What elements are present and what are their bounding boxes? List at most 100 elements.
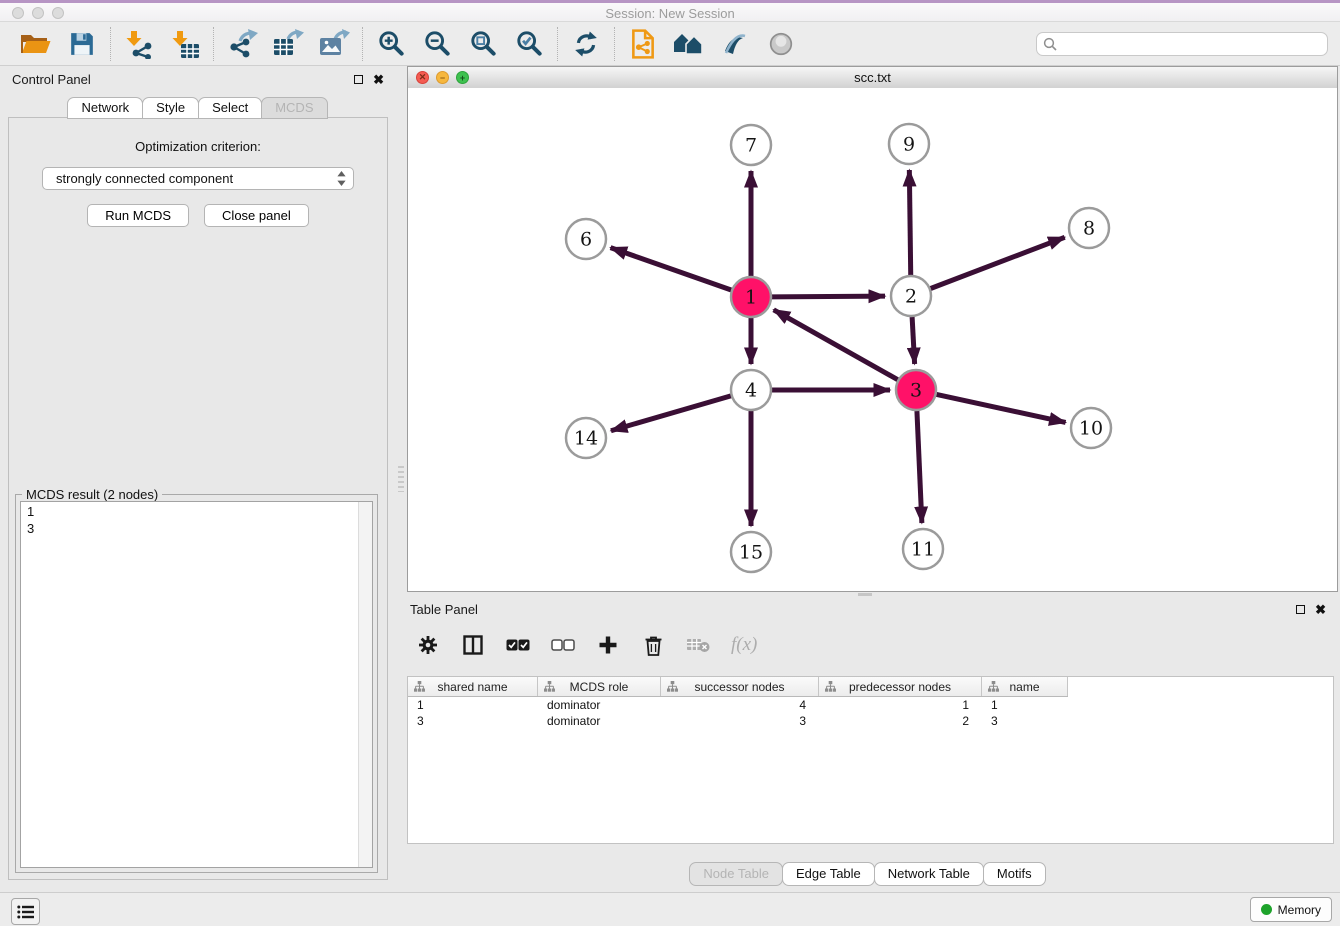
columns-icon (463, 635, 483, 655)
cell-shared-name[interactable]: 3 (408, 714, 538, 728)
close-panel-icon[interactable]: ✖ (373, 73, 384, 86)
import-table-button[interactable] (167, 27, 203, 61)
network-graph[interactable]: 7968124314101511 (408, 88, 1333, 591)
home-button[interactable] (671, 27, 707, 61)
list-icon (17, 905, 34, 919)
network-from-file-button[interactable] (625, 27, 661, 61)
graph-node-label-14: 14 (574, 428, 598, 450)
cell-predecessor-nodes[interactable]: 2 (819, 714, 982, 728)
hide-panels-button[interactable] (717, 27, 753, 61)
create-column-button[interactable] (596, 633, 620, 657)
graph-node-label-8: 8 (1083, 218, 1095, 240)
show-column-panel-button[interactable] (461, 633, 485, 657)
cell-successor-nodes[interactable]: 3 (661, 714, 819, 728)
close-table-panel-icon[interactable]: ✖ (1315, 603, 1326, 616)
result-scrollbar[interactable] (358, 502, 372, 867)
maximize-network-window-icon[interactable]: + (456, 71, 469, 84)
cell-name[interactable]: 1 (982, 698, 1068, 712)
delete-table-button[interactable] (686, 633, 710, 657)
cell-shared-name[interactable]: 1 (408, 698, 538, 712)
criterion-value: strongly connected component (56, 171, 233, 186)
mcds-result-line: 1 (27, 503, 366, 520)
zoom-out-icon (424, 30, 451, 57)
graph-edge-2-9[interactable] (909, 170, 910, 275)
column-header-MCDS-role[interactable]: MCDS role (538, 677, 661, 696)
graph-node-label-3: 3 (910, 380, 922, 402)
checked-boxes-icon (506, 639, 530, 651)
tab-network[interactable]: Network (67, 97, 143, 119)
hide-panels-icon (721, 31, 749, 57)
graph-edge-1-6[interactable] (611, 248, 732, 290)
close-panel-button[interactable]: Close panel (204, 204, 309, 227)
zoom-out-button[interactable] (419, 27, 455, 61)
graph-edge-3-1[interactable] (774, 310, 898, 380)
column-header-successor-nodes[interactable]: successor nodes (661, 677, 819, 696)
zoom-selected-icon (516, 30, 543, 57)
cell-name[interactable]: 3 (982, 714, 1068, 728)
zoom-fit-icon (470, 30, 497, 57)
import-network-button[interactable] (121, 27, 157, 61)
unselect-all-columns-button[interactable] (551, 633, 575, 657)
graph-edge-2-3[interactable] (912, 317, 915, 364)
memory-button[interactable]: Memory (1250, 897, 1332, 922)
main-toolbar (0, 22, 1340, 66)
close-network-window-icon[interactable]: ✕ (416, 71, 429, 84)
graph-edge-3-11[interactable] (917, 411, 922, 523)
graph-edge-2-8[interactable] (931, 237, 1065, 288)
graph-edge-3-10[interactable] (937, 394, 1066, 422)
zoom-selected-button[interactable] (511, 27, 547, 61)
network-window-title: scc.txt (854, 70, 891, 85)
run-mcds-button[interactable]: Run MCDS (87, 204, 189, 227)
search-icon (1043, 37, 1057, 51)
table-row[interactable]: 1dominator411 (408, 697, 1068, 713)
save-session-button[interactable] (64, 27, 100, 61)
tab-edge-table[interactable]: Edge Table (782, 862, 875, 886)
refresh-button[interactable] (568, 27, 604, 61)
minimize-network-window-icon[interactable]: − (436, 71, 449, 84)
select-all-columns-button[interactable] (506, 633, 530, 657)
float-table-panel-icon[interactable] (1296, 605, 1305, 614)
horizontal-splitter-handle[interactable] (858, 593, 872, 596)
graph-edge-4-14[interactable] (611, 396, 731, 431)
float-panel-icon[interactable] (354, 75, 363, 84)
open-folder-icon (21, 31, 51, 56)
network-canvas[interactable]: 7968124314101511 (408, 88, 1337, 591)
cell-successor-nodes[interactable]: 4 (661, 698, 819, 712)
trash-icon (644, 635, 663, 656)
zoom-fit-button[interactable] (465, 27, 501, 61)
column-header-predecessor-nodes[interactable]: predecessor nodes (819, 677, 982, 696)
column-header-shared-name[interactable]: shared name (408, 677, 538, 696)
zoom-in-button[interactable] (373, 27, 409, 61)
show-panels-list-button[interactable] (11, 898, 40, 925)
tab-select[interactable]: Select (198, 97, 262, 119)
export-network-button[interactable] (224, 27, 260, 61)
export-image-button[interactable] (316, 27, 352, 61)
search-input[interactable] (1057, 35, 1321, 52)
cell-MCDS-role[interactable]: dominator (538, 714, 661, 728)
show-graphics-details-button[interactable] (763, 27, 799, 61)
tab-mcds[interactable]: MCDS (261, 97, 327, 119)
eye-icon (768, 31, 794, 57)
graph-node-label-4: 4 (745, 380, 757, 402)
table-settings-button[interactable] (416, 633, 440, 657)
open-session-button[interactable] (18, 27, 54, 61)
cell-MCDS-role[interactable]: dominator (538, 698, 661, 712)
optimization-criterion-label: Optimization criterion: (9, 139, 387, 154)
tab-style[interactable]: Style (142, 97, 199, 119)
search-box[interactable] (1036, 32, 1328, 56)
cell-predecessor-nodes[interactable]: 1 (819, 698, 982, 712)
tab-motifs[interactable]: Motifs (983, 862, 1046, 886)
function-builder-button[interactable]: f(x) (731, 634, 757, 656)
tab-network-table[interactable]: Network Table (874, 862, 984, 886)
column-header-name[interactable]: name (982, 677, 1068, 696)
mcds-result-text[interactable]: 13 (20, 501, 373, 868)
delete-column-button[interactable] (641, 633, 665, 657)
plus-icon (598, 635, 618, 655)
table-row[interactable]: 3dominator323 (408, 713, 1068, 729)
tab-node-table[interactable]: Node Table (689, 862, 783, 886)
network-window-titlebar[interactable]: ✕ − + scc.txt (408, 67, 1337, 89)
table-header-row: shared nameMCDS rolesuccessor nodesprede… (408, 677, 1068, 697)
export-table-button[interactable] (270, 27, 306, 61)
graph-edge-1-2[interactable] (772, 296, 885, 297)
criterion-select[interactable]: strongly connected component (42, 167, 354, 190)
